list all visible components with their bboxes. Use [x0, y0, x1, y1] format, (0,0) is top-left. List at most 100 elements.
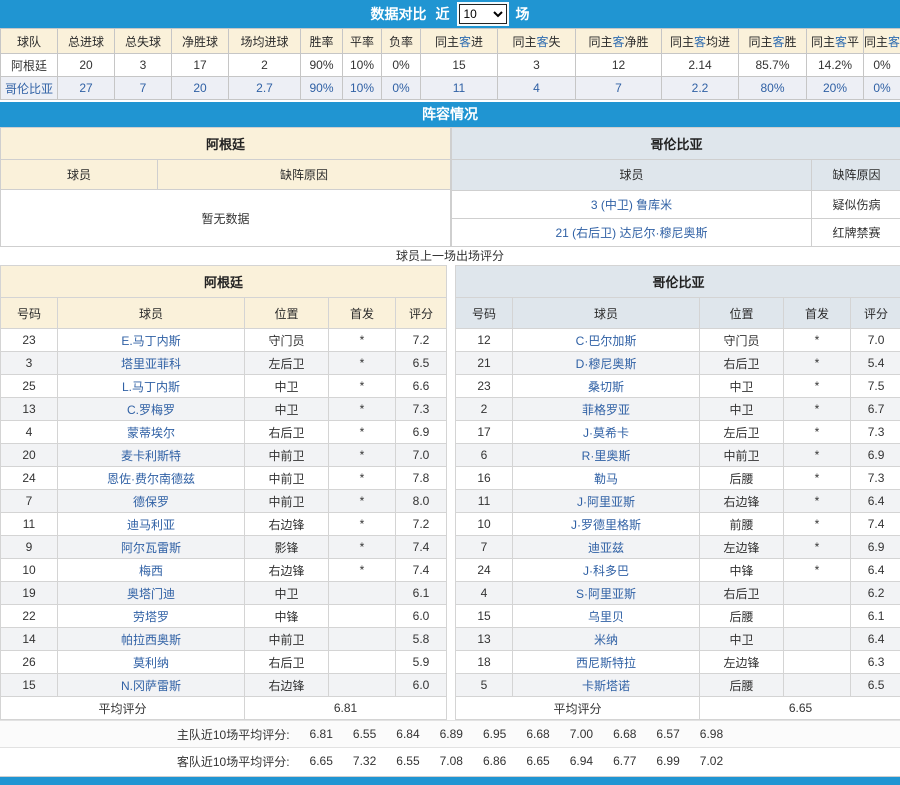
player-name-link[interactable]: J·科多巴: [513, 559, 700, 582]
starter-mark-cell: *: [784, 421, 851, 444]
stat-cell: 7: [115, 77, 172, 100]
player-rating-row: 11J·阿里亚斯右边锋*6.4: [456, 490, 900, 513]
starter-mark-cell: *: [329, 536, 396, 559]
player-name-link[interactable]: J·莫希卡: [513, 421, 700, 444]
player-name-link[interactable]: 梅西: [58, 559, 245, 582]
stat-cell: 20: [58, 54, 115, 77]
starter-mark-cell: *: [329, 513, 396, 536]
absent-player-link[interactable]: 21 (右后卫) 达尼尔·穆尼奥斯: [452, 218, 812, 246]
player-rating-row: 23E.马丁内斯守门员*7.2: [1, 329, 447, 352]
absent-player-link[interactable]: 3 (中卫) 鲁库米: [452, 190, 812, 218]
player-name-link[interactable]: C·巴尔加斯: [513, 329, 700, 352]
reason-column-header: 缺阵原因: [158, 160, 451, 190]
player-rating-cell: 6.7: [851, 398, 900, 421]
stat-cell: 20%: [807, 77, 864, 100]
player-rating-row: 7迪亚兹左边锋*6.9: [456, 536, 900, 559]
player-name-link[interactable]: 蒙蒂埃尔: [58, 421, 245, 444]
player-name-link[interactable]: 西尼斯特拉: [513, 651, 700, 674]
player-rating-cell: 7.3: [851, 467, 900, 490]
player-position-cell: 右边锋: [245, 674, 329, 697]
starter-mark-cell: [329, 674, 396, 697]
avg-rating-value: 7.02: [700, 754, 723, 768]
player-column-header: 球员: [1, 160, 158, 190]
avg-rating-value: 6.77: [613, 754, 636, 768]
col-header-rating: 评分: [851, 298, 900, 329]
compare-header-cell: 同主客失: [498, 29, 576, 54]
player-number-cell: 26: [1, 651, 58, 674]
player-name-link[interactable]: 恩佐·费尔南德兹: [58, 467, 245, 490]
compare-header-cell: 同主客净胜: [576, 29, 662, 54]
player-position-cell: 前腰: [700, 513, 784, 536]
stat-cell: 17: [172, 54, 229, 77]
player-name-link[interactable]: 菲格罗亚: [513, 398, 700, 421]
player-number-cell: 23: [456, 375, 513, 398]
player-number-cell: 15: [456, 605, 513, 628]
player-name-link[interactable]: D·穆尼奥斯: [513, 352, 700, 375]
player-name-link[interactable]: 帕拉西奥斯: [58, 628, 245, 651]
player-position-cell: 后腰: [700, 674, 784, 697]
player-rating-cell: 6.9: [396, 421, 447, 444]
player-rating-row: 19奥塔门迪中卫6.1: [1, 582, 447, 605]
player-name-link[interactable]: E.马丁内斯: [58, 329, 245, 352]
player-name-link[interactable]: J·阿里亚斯: [513, 490, 700, 513]
player-number-cell: 24: [456, 559, 513, 582]
player-number-cell: 3: [1, 352, 58, 375]
avg-rating-value: 6.55: [396, 754, 419, 768]
player-name-link[interactable]: 桑切斯: [513, 375, 700, 398]
player-name-link[interactable]: 卡斯塔诺: [513, 674, 700, 697]
player-name-link[interactable]: 迪亚兹: [513, 536, 700, 559]
player-rating-cell: 6.9: [851, 444, 900, 467]
player-name-link[interactable]: 麦卡利斯特: [58, 444, 245, 467]
player-rating-cell: 6.3: [851, 651, 900, 674]
player-number-cell: 11: [1, 513, 58, 536]
stat-cell: 2.2: [662, 77, 739, 100]
player-number-cell: 4: [456, 582, 513, 605]
stat-cell: 85.7%: [739, 54, 807, 77]
player-name-link[interactable]: L.马丁内斯: [58, 375, 245, 398]
lineup-panels: 阿根廷 球员 缺阵原因 暂无数据 哥伦比亚 球员 缺阵原因 3 (中卫) 鲁库米…: [0, 127, 900, 247]
player-name-link[interactable]: R·里奥斯: [513, 444, 700, 467]
player-name-link[interactable]: N.冈萨雷斯: [58, 674, 245, 697]
player-position-cell: 中卫: [700, 398, 784, 421]
starter-mark-cell: *: [784, 490, 851, 513]
stat-cell: 0%: [382, 54, 421, 77]
player-position-cell: 影锋: [245, 536, 329, 559]
team-stats-row: 哥伦比亚277202.790%10%0%11472.280%20%0%: [1, 77, 900, 100]
player-name-link[interactable]: 勒马: [513, 467, 700, 490]
player-name-link[interactable]: J·罗德里格斯: [513, 513, 700, 536]
player-name-link[interactable]: 塔里亚菲科: [58, 352, 245, 375]
player-rating-row: 26莫利纳右后卫5.9: [1, 651, 447, 674]
data-compare-header-bar: 数据对比 近 10 场: [0, 0, 900, 28]
player-position-cell: 右后卫: [700, 352, 784, 375]
player-number-cell: 6: [456, 444, 513, 467]
player-rating-cell: 7.4: [851, 513, 900, 536]
starter-mark-cell: *: [784, 398, 851, 421]
player-position-cell: 中卫: [700, 375, 784, 398]
player-name-link[interactable]: 莫利纳: [58, 651, 245, 674]
player-name-link[interactable]: 奥塔门迪: [58, 582, 245, 605]
player-name-link[interactable]: 阿尔瓦雷斯: [58, 536, 245, 559]
match-count-select[interactable]: 10: [459, 4, 507, 24]
avg-rating-value: 6.89: [440, 727, 463, 741]
avg-rating-value: 6.68: [613, 727, 636, 741]
starter-mark-cell: [329, 582, 396, 605]
player-rating-row: 12C·巴尔加斯守门员*7.0: [456, 329, 900, 352]
player-position-cell: 右边锋: [245, 559, 329, 582]
player-name-link[interactable]: 迪马利亚: [58, 513, 245, 536]
player-rating-cell: 7.3: [396, 398, 447, 421]
player-rating-row: 15乌里贝后腰6.1: [456, 605, 900, 628]
player-name-link[interactable]: 乌里贝: [513, 605, 700, 628]
player-name-link[interactable]: 劳塔罗: [58, 605, 245, 628]
player-name-link[interactable]: 米纳: [513, 628, 700, 651]
stat-cell: 0%: [382, 77, 421, 100]
player-rating-row: 10J·罗德里格斯前腰*7.4: [456, 513, 900, 536]
player-number-cell: 5: [456, 674, 513, 697]
player-name-link[interactable]: C.罗梅罗: [58, 398, 245, 421]
compare-header-cell: 同主客进: [421, 29, 498, 54]
player-name-link[interactable]: S·阿里亚斯: [513, 582, 700, 605]
home-team-title: 阿根廷: [1, 266, 447, 298]
player-rating-cell: 6.1: [396, 582, 447, 605]
player-name-link[interactable]: 德保罗: [58, 490, 245, 513]
compare-header-cell: 同主客平: [807, 29, 864, 54]
player-rating-row: 3塔里亚菲科左后卫*6.5: [1, 352, 447, 375]
